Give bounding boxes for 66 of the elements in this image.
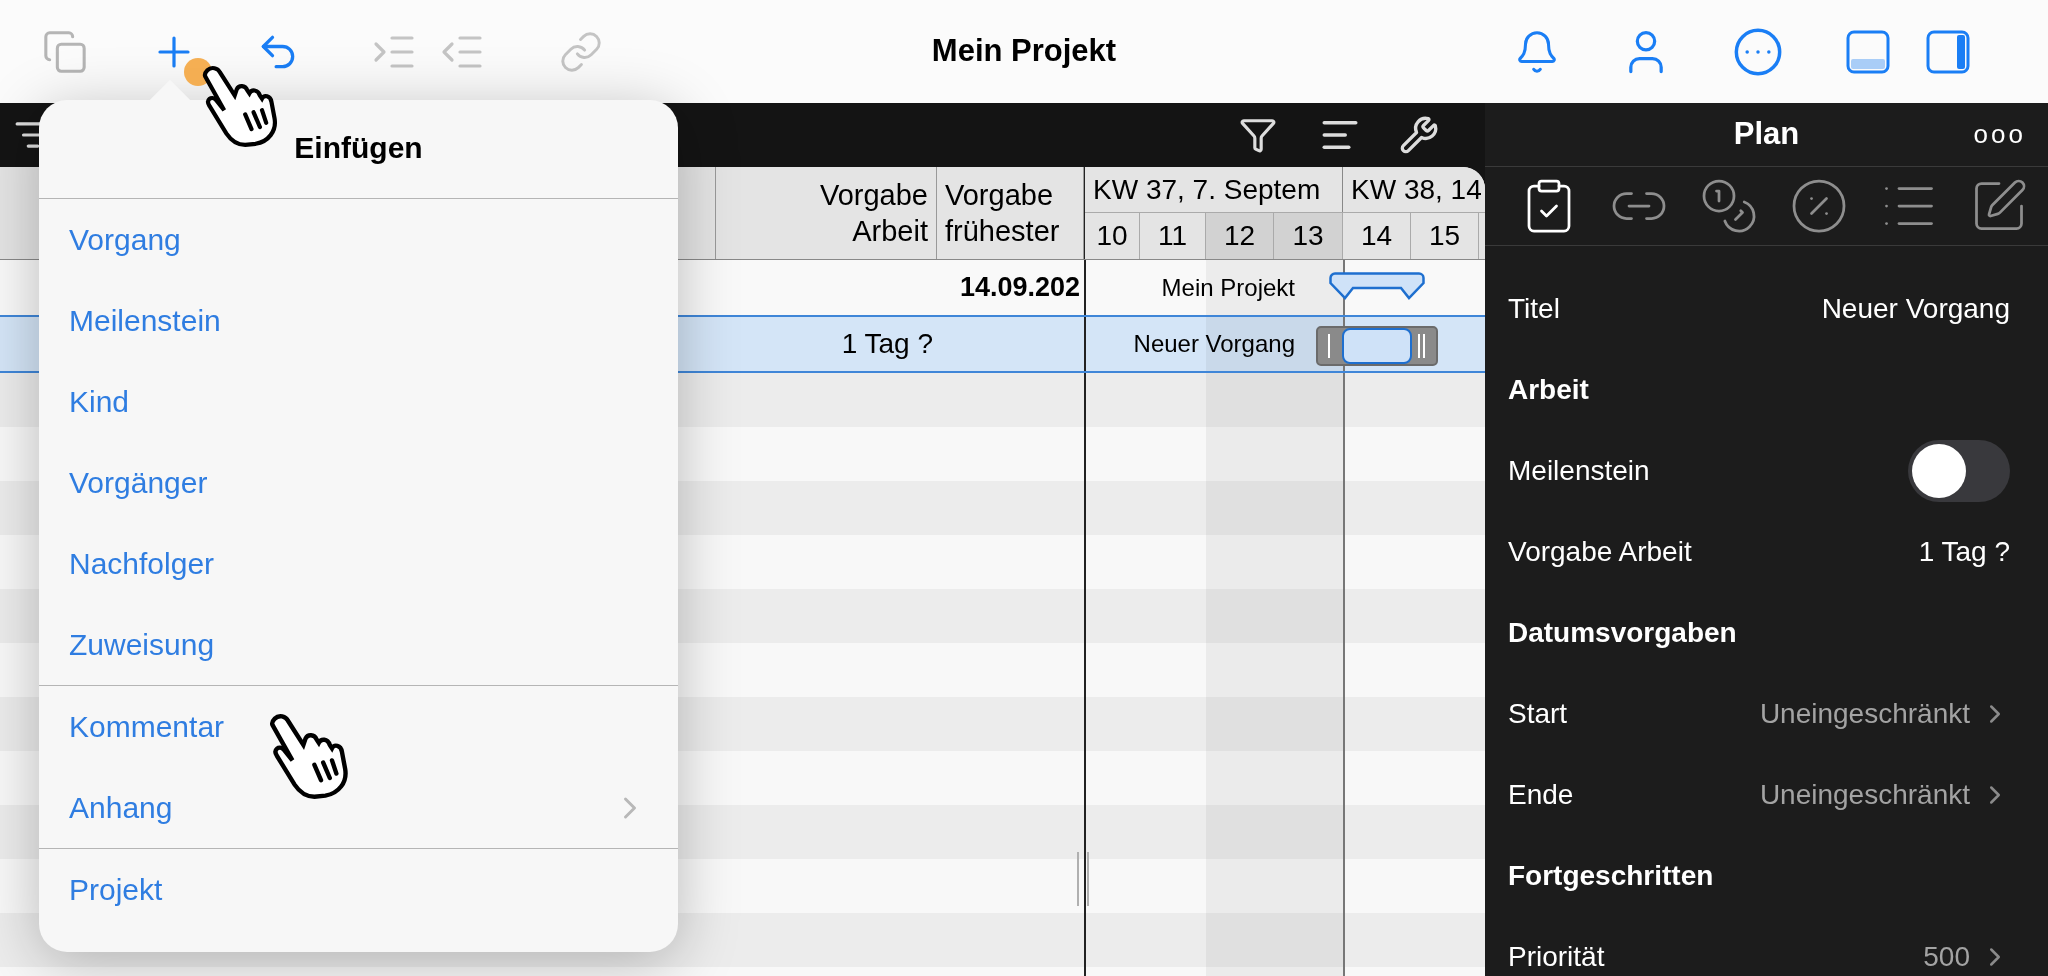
window-title: Mein Projekt bbox=[931, 32, 1117, 71]
weekend-cell bbox=[1274, 859, 1343, 913]
panel-title: Plan bbox=[1733, 115, 1800, 154]
weekend-cell bbox=[1206, 373, 1274, 427]
filter-icon[interactable] bbox=[1239, 116, 1277, 154]
day-header: 14 bbox=[1342, 213, 1410, 259]
weekend-cell bbox=[1274, 427, 1343, 481]
field-value[interactable]: Uneingeschränkt bbox=[1759, 692, 1970, 735]
field-value: 1 Tag ? bbox=[1918, 534, 2010, 569]
day-header: 13 bbox=[1273, 213, 1342, 259]
field-label: Vorgabe Arbeit bbox=[1508, 534, 1692, 569]
menu-title: Einfügen bbox=[294, 130, 423, 166]
wrench-icon[interactable] bbox=[1399, 115, 1439, 155]
field-label: Priorität bbox=[1508, 939, 1605, 974]
field-value: Neuer Vorgang bbox=[1821, 291, 2010, 326]
field-label: Ende bbox=[1508, 777, 1574, 812]
section-heading: Arbeit bbox=[1508, 372, 1589, 407]
weekend-cell bbox=[1274, 805, 1343, 859]
weekend-cell bbox=[1206, 859, 1274, 913]
weekend-cell bbox=[1206, 643, 1274, 697]
menu-item[interactable]: Nachfolger bbox=[39, 523, 678, 604]
weekend-cell bbox=[1206, 481, 1274, 535]
column-header[interactable]: Vorgabe Arbeit bbox=[716, 167, 937, 259]
table-cell-text: 1 Tag ? bbox=[841, 327, 933, 361]
field-value[interactable]: Uneingeschränkt bbox=[1759, 773, 1970, 816]
weekend-cell bbox=[1206, 913, 1274, 967]
more-button[interactable]: ooo bbox=[1973, 115, 2026, 154]
week-header: KW 37, 7. Septem bbox=[1092, 173, 1322, 207]
task-bar[interactable] bbox=[1316, 326, 1438, 366]
weekend-cell bbox=[1274, 535, 1343, 589]
day-header: 15 bbox=[1410, 213, 1478, 259]
menu-item[interactable]: Zuweisung bbox=[39, 604, 678, 685]
weekend-cell bbox=[1206, 427, 1274, 481]
menu-item[interactable]: Vorgang bbox=[39, 199, 678, 280]
menu-item[interactable]: Kind bbox=[39, 361, 678, 442]
weekend-cell bbox=[1206, 805, 1274, 859]
weekend-cell bbox=[1274, 751, 1343, 805]
menu-item[interactable]: Vorgänger bbox=[39, 442, 678, 523]
summary-bar[interactable] bbox=[1329, 272, 1425, 300]
menu-item[interactable]: Kommentar bbox=[39, 686, 678, 767]
menu-item[interactable]: Meilenstein bbox=[39, 280, 678, 361]
column-header[interactable]: Vorgabe frühester bbox=[937, 167, 1084, 259]
section-heading: Fortgeschritten bbox=[1508, 858, 1714, 893]
weekend-cell bbox=[1274, 373, 1343, 427]
menu-item[interactable]: Anhang bbox=[39, 767, 678, 848]
field-label: Start bbox=[1508, 696, 1568, 731]
field-value[interactable]: 500 bbox=[1923, 935, 1970, 976]
weekend-cell bbox=[1274, 481, 1343, 535]
field-label: Meilenstein bbox=[1508, 453, 1650, 488]
day-header: 10 bbox=[1095, 219, 1129, 253]
weekend-cell bbox=[1206, 697, 1274, 751]
weekend-cell bbox=[1206, 589, 1274, 643]
bar-label: Neuer Vorgang bbox=[1133, 331, 1295, 357]
field-label: Titel bbox=[1508, 291, 1560, 326]
weekend-cell bbox=[1274, 697, 1343, 751]
splitter-handle-icon[interactable] bbox=[1074, 852, 1092, 906]
day-header: 12 bbox=[1205, 213, 1273, 259]
weekend-cell bbox=[1274, 589, 1343, 643]
weekend-cell bbox=[1206, 535, 1274, 589]
section-heading: Datumsvorgaben bbox=[1508, 615, 1737, 650]
menu-item[interactable]: Projekt bbox=[39, 849, 678, 930]
weekend-cell bbox=[1206, 751, 1274, 805]
weekend-cell bbox=[1274, 643, 1343, 697]
weekend-cell bbox=[1274, 913, 1343, 967]
bar-label: Mein Projekt bbox=[1161, 274, 1295, 301]
table-cell-text: 14.09.202 bbox=[959, 271, 1080, 305]
